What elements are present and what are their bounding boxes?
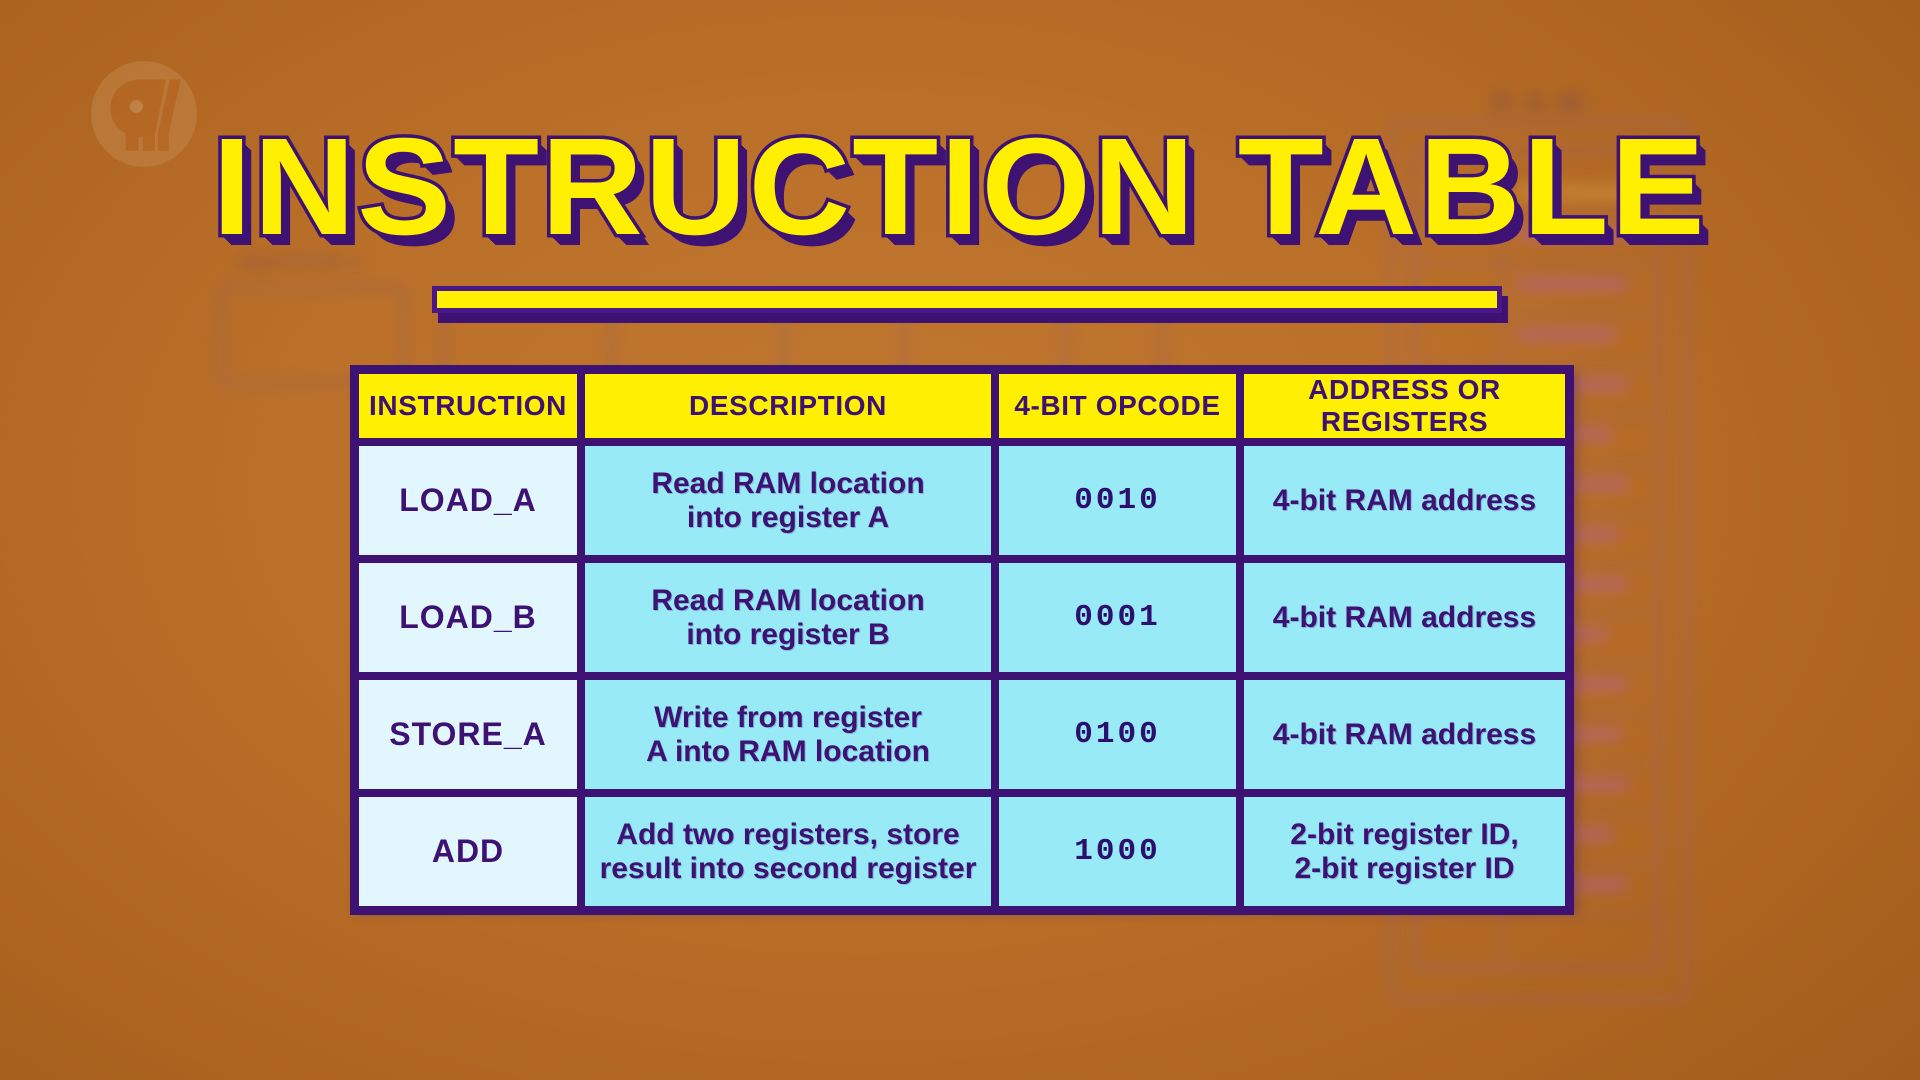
cell-opcode: 1000: [995, 793, 1240, 910]
column-header-opcode: 4-BIT OPCODE: [995, 370, 1240, 442]
bg-ram-row-rule: [1412, 212, 1652, 216]
table-row: ADD Add two registers, store result into…: [355, 793, 1569, 910]
cell-description: Write from register A into RAM location: [581, 676, 995, 793]
bg-label-register-a: REGISTER A: [240, 253, 364, 272]
table-row: STORE_A Write from register A into RAM l…: [355, 676, 1569, 793]
instruction-table: INSTRUCTION DESCRIPTION 4-BIT OPCODE ADD…: [350, 365, 1574, 915]
cell-instruction: STORE_A: [355, 676, 581, 793]
cell-instruction: ADD: [355, 793, 581, 910]
title-underline-bar: [432, 286, 1502, 313]
table-header: INSTRUCTION DESCRIPTION 4-BIT OPCODE ADD…: [355, 370, 1569, 442]
cell-opcode: 0001: [995, 559, 1240, 676]
cell-opcode: 0100: [995, 676, 1240, 793]
cell-description: Add two registers, store result into sec…: [581, 793, 995, 910]
cell-address: 4-bit RAM address: [1240, 559, 1569, 676]
bg-ram-data-bar: [1516, 328, 1616, 341]
cell-instruction: LOAD_B: [355, 559, 581, 676]
cell-description: Read RAM location into register A: [581, 442, 995, 559]
cell-address: 4-bit RAM address: [1240, 676, 1569, 793]
cell-address: 4-bit RAM address: [1240, 442, 1569, 559]
cell-address: 2-bit register ID, 2-bit register ID: [1240, 793, 1569, 910]
column-header-instruction: INSTRUCTION: [355, 370, 581, 442]
cell-instruction: LOAD_A: [355, 442, 581, 559]
pbs-logo: [91, 61, 197, 167]
bg-ram-data-bar: [1516, 228, 1628, 241]
bg-label-ram: R.A.M.: [1492, 87, 1597, 117]
table-row: LOAD_A Read RAM location into register A…: [355, 442, 1569, 559]
cell-description: Read RAM location into register B: [581, 559, 995, 676]
pbs-head-eye-icon: [129, 99, 143, 113]
column-header-description: DESCRIPTION: [581, 370, 995, 442]
table-header-row: INSTRUCTION DESCRIPTION 4-BIT OPCODE ADD…: [355, 370, 1569, 442]
bg-ram-row-rule: [1412, 262, 1652, 266]
bg-ram-header-address: [1428, 183, 1492, 202]
bg-ram-header-data: [1516, 183, 1636, 202]
cell-opcode: 0010: [995, 442, 1240, 559]
column-header-address: ADDRESS OR REGISTERS: [1240, 370, 1569, 442]
bg-ram-data-bar: [1516, 278, 1628, 291]
slide-canvas: REGISTER A R.A.M. INSTRUCTION TABLE INST…: [0, 0, 1920, 1080]
table-row: LOAD_B Read RAM location into register B…: [355, 559, 1569, 676]
table-body: LOAD_A Read RAM location into register A…: [355, 442, 1569, 910]
